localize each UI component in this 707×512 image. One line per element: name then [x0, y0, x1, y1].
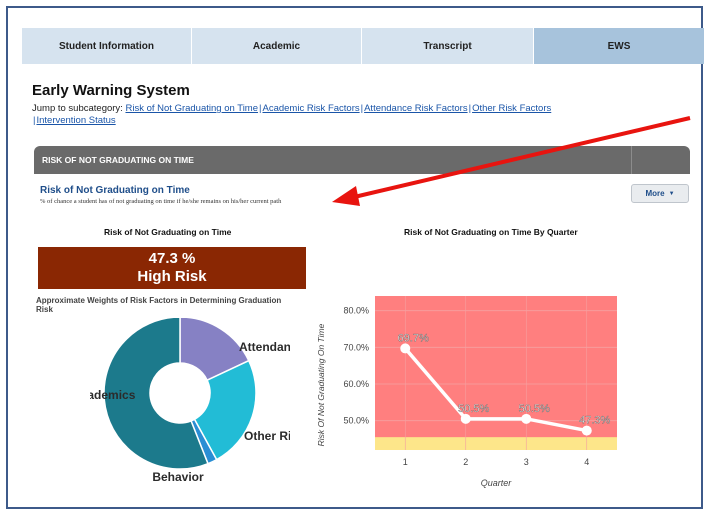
donut-chart: Attendance Other Risks Behavior Academics [90, 318, 290, 484]
more-button[interactable]: More ▼ [631, 184, 689, 203]
plot-area [375, 296, 617, 450]
jump-prefix: Jump to subcategory: [32, 103, 123, 114]
donut-title: Approximate Weights of Risk Factors in D… [36, 296, 282, 314]
jump-link-other[interactable]: Other Risk Factors [472, 103, 551, 114]
y-tick-label: 60.0% [343, 379, 369, 389]
jump-link-academic[interactable]: Academic Risk Factors [262, 103, 359, 114]
data-point [460, 413, 471, 424]
x-tick-label: 1 [403, 457, 408, 467]
data-label: 69.7% [398, 332, 429, 344]
header-divider [631, 146, 632, 174]
y-tick-label: 80.0% [343, 306, 369, 316]
y-tick-label: 70.0% [343, 342, 369, 352]
donut-label-other-risks: Other Risks [244, 429, 290, 443]
jump-link-attendance[interactable]: Attendance Risk Factors [364, 103, 468, 114]
data-label: 47.3% [579, 415, 610, 427]
section-header: RISK OF NOT GRADUATING ON TIME [34, 146, 690, 174]
x-tick-label: 4 [584, 457, 589, 467]
section-subtitle: Risk of Not Graduating on Time [40, 185, 190, 196]
risk-panel-title: Risk of Not Graduating on Time [104, 227, 232, 237]
x-tick-label: 2 [463, 457, 468, 467]
tab-ews[interactable]: EWS [534, 28, 705, 64]
section-header-label: RISK OF NOT GRADUATING ON TIME [42, 155, 194, 165]
x-tick-label: 3 [524, 457, 529, 467]
tab-transcript[interactable]: Transcript [362, 28, 534, 64]
tab-bar: Student Information Academic Transcript … [22, 28, 705, 64]
donut-label-attendance: Attendance [239, 340, 290, 354]
y-tick-label: 50.0% [343, 416, 369, 426]
line-chart: 50.0% 60.0% 70.0% 80.0% 1 2 3 4 69.7% 50.5% 50.5% 4… [316, 296, 617, 488]
jump-nav: Jump to subcategory: Risk of Not Graduat… [32, 103, 652, 127]
line-chart-title: Risk of Not Graduating on Time By Quarte… [404, 227, 578, 237]
y-axis-label: Risk Of Not Graduating On Time [316, 323, 326, 446]
risk-badge: 47.3 % High Risk [38, 247, 306, 289]
data-point [521, 413, 532, 424]
tab-academic[interactable]: Academic [192, 28, 362, 64]
data-label: 50.5% [458, 403, 489, 415]
tab-student-information[interactable]: Student Information [22, 28, 192, 64]
data-point [400, 343, 411, 354]
page-title: Early Warning System [32, 82, 190, 99]
data-point [581, 425, 592, 436]
risk-percent: 47.3 % [148, 250, 196, 267]
x-axis-label: Quarter [481, 478, 513, 488]
more-button-label: More [645, 189, 665, 198]
jump-link-risk[interactable]: Risk of Not Graduating on Time [125, 103, 258, 114]
donut-label-academics: Academics [90, 388, 136, 402]
caret-down-icon: ▼ [668, 190, 675, 197]
section-description: % of chance a student has of not graduat… [40, 198, 282, 205]
data-label: 50.5% [519, 403, 550, 415]
donut-label-behavior: Behavior [152, 470, 204, 484]
risk-level: High Risk [137, 268, 207, 285]
jump-link-intervention[interactable]: Intervention Status [36, 115, 115, 126]
low-risk-band [375, 437, 617, 450]
